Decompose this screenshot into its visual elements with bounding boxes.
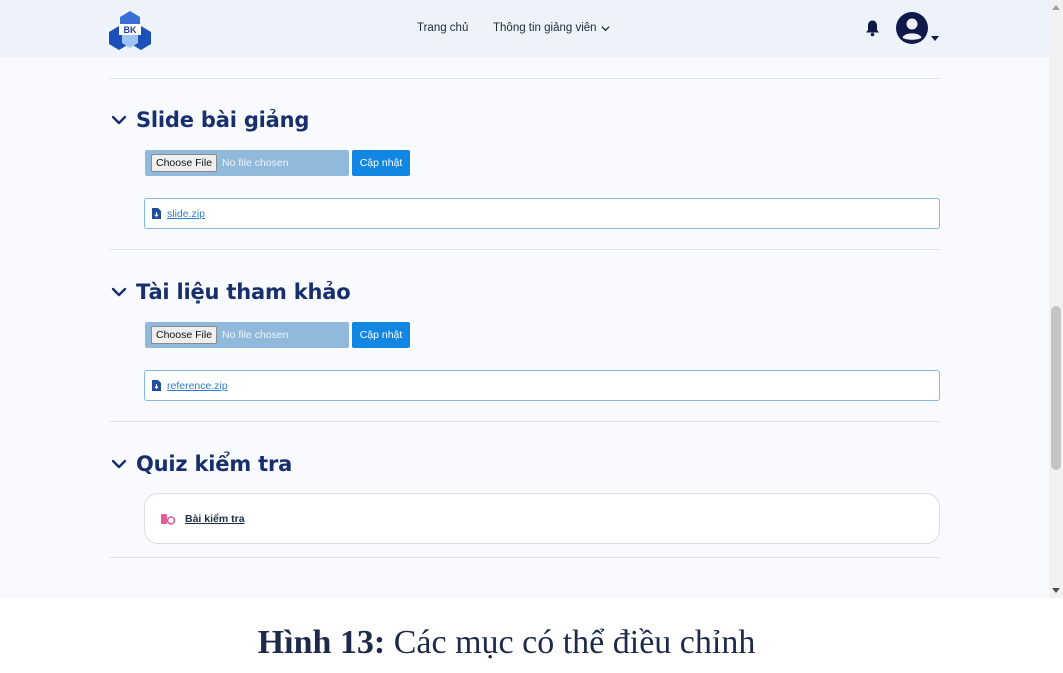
section-header-slides[interactable]: Slide bài giảng [110, 108, 309, 132]
choose-file-button[interactable]: Choose File [151, 326, 218, 344]
top-navbar: BK Trang chủ Thông tin giảng viên [0, 0, 1049, 57]
attachment-link[interactable]: slide.zip [167, 208, 205, 220]
bk-logo[interactable]: BK [108, 10, 152, 50]
chevron-down-icon[interactable] [110, 111, 128, 129]
quiz-link[interactable]: Bài kiểm tra [185, 513, 245, 525]
file-download-icon [152, 208, 161, 219]
app-screen: BK Trang chủ Thông tin giảng viên Slide … [0, 0, 1063, 598]
section-divider [110, 421, 940, 422]
section-title: Quiz kiểm tra [136, 452, 293, 476]
section-title: Slide bài giảng [136, 108, 310, 132]
caption-label: Hình 13: [257, 624, 386, 661]
caption-text: Các mục có thể điều chỉnh [393, 624, 756, 661]
attachment-item: reference.zip [144, 370, 940, 401]
file-download-icon [152, 380, 161, 391]
chevron-down-icon [601, 25, 610, 31]
update-button[interactable]: Cập nhật [352, 150, 410, 176]
section-title: Tài liệu tham khảo [136, 280, 351, 304]
nav-teacher-info-dropdown[interactable]: Thông tin giảng viên [493, 22, 610, 34]
chevron-down-icon[interactable] [110, 283, 128, 301]
section-divider [110, 249, 940, 250]
account-caret-icon[interactable] [931, 36, 939, 42]
figure-caption: Hình 13: Các mục có thể điều chỉnh [0, 624, 1013, 662]
quiz-item: Bài kiểm tra [144, 493, 940, 544]
scroll-up-arrow-icon[interactable] [1052, 4, 1060, 10]
scroll-down-arrow-icon[interactable] [1052, 588, 1060, 594]
file-input-references[interactable]: Choose File No file chosen [145, 322, 349, 348]
section-header-references[interactable]: Tài liệu tham khảo [110, 280, 351, 304]
svg-text:BK: BK [124, 25, 137, 35]
file-input-slides[interactable]: Choose File No file chosen [145, 150, 349, 176]
choose-file-button[interactable]: Choose File [151, 154, 218, 172]
file-status-text: No file chosen [222, 157, 289, 169]
attachment-link[interactable]: reference.zip [167, 380, 228, 392]
user-circle-icon[interactable] [895, 11, 929, 45]
scrollbar-thumb[interactable] [1051, 306, 1061, 470]
nav-teacher-info-label: Thông tin giảng viên [493, 22, 597, 34]
attachment-item: slide.zip [144, 198, 940, 229]
chevron-down-icon[interactable] [110, 455, 128, 473]
nav-home-link[interactable]: Trang chủ [417, 22, 468, 34]
section-divider [110, 557, 940, 558]
bell-icon[interactable] [864, 19, 881, 37]
update-button[interactable]: Cập nhật [352, 322, 410, 348]
file-status-text: No file chosen [222, 329, 289, 341]
quiz-icon [161, 513, 175, 525]
vertical-scrollbar[interactable] [1049, 0, 1063, 598]
section-header-quiz[interactable]: Quiz kiểm tra [110, 452, 292, 476]
section-divider [110, 78, 940, 79]
